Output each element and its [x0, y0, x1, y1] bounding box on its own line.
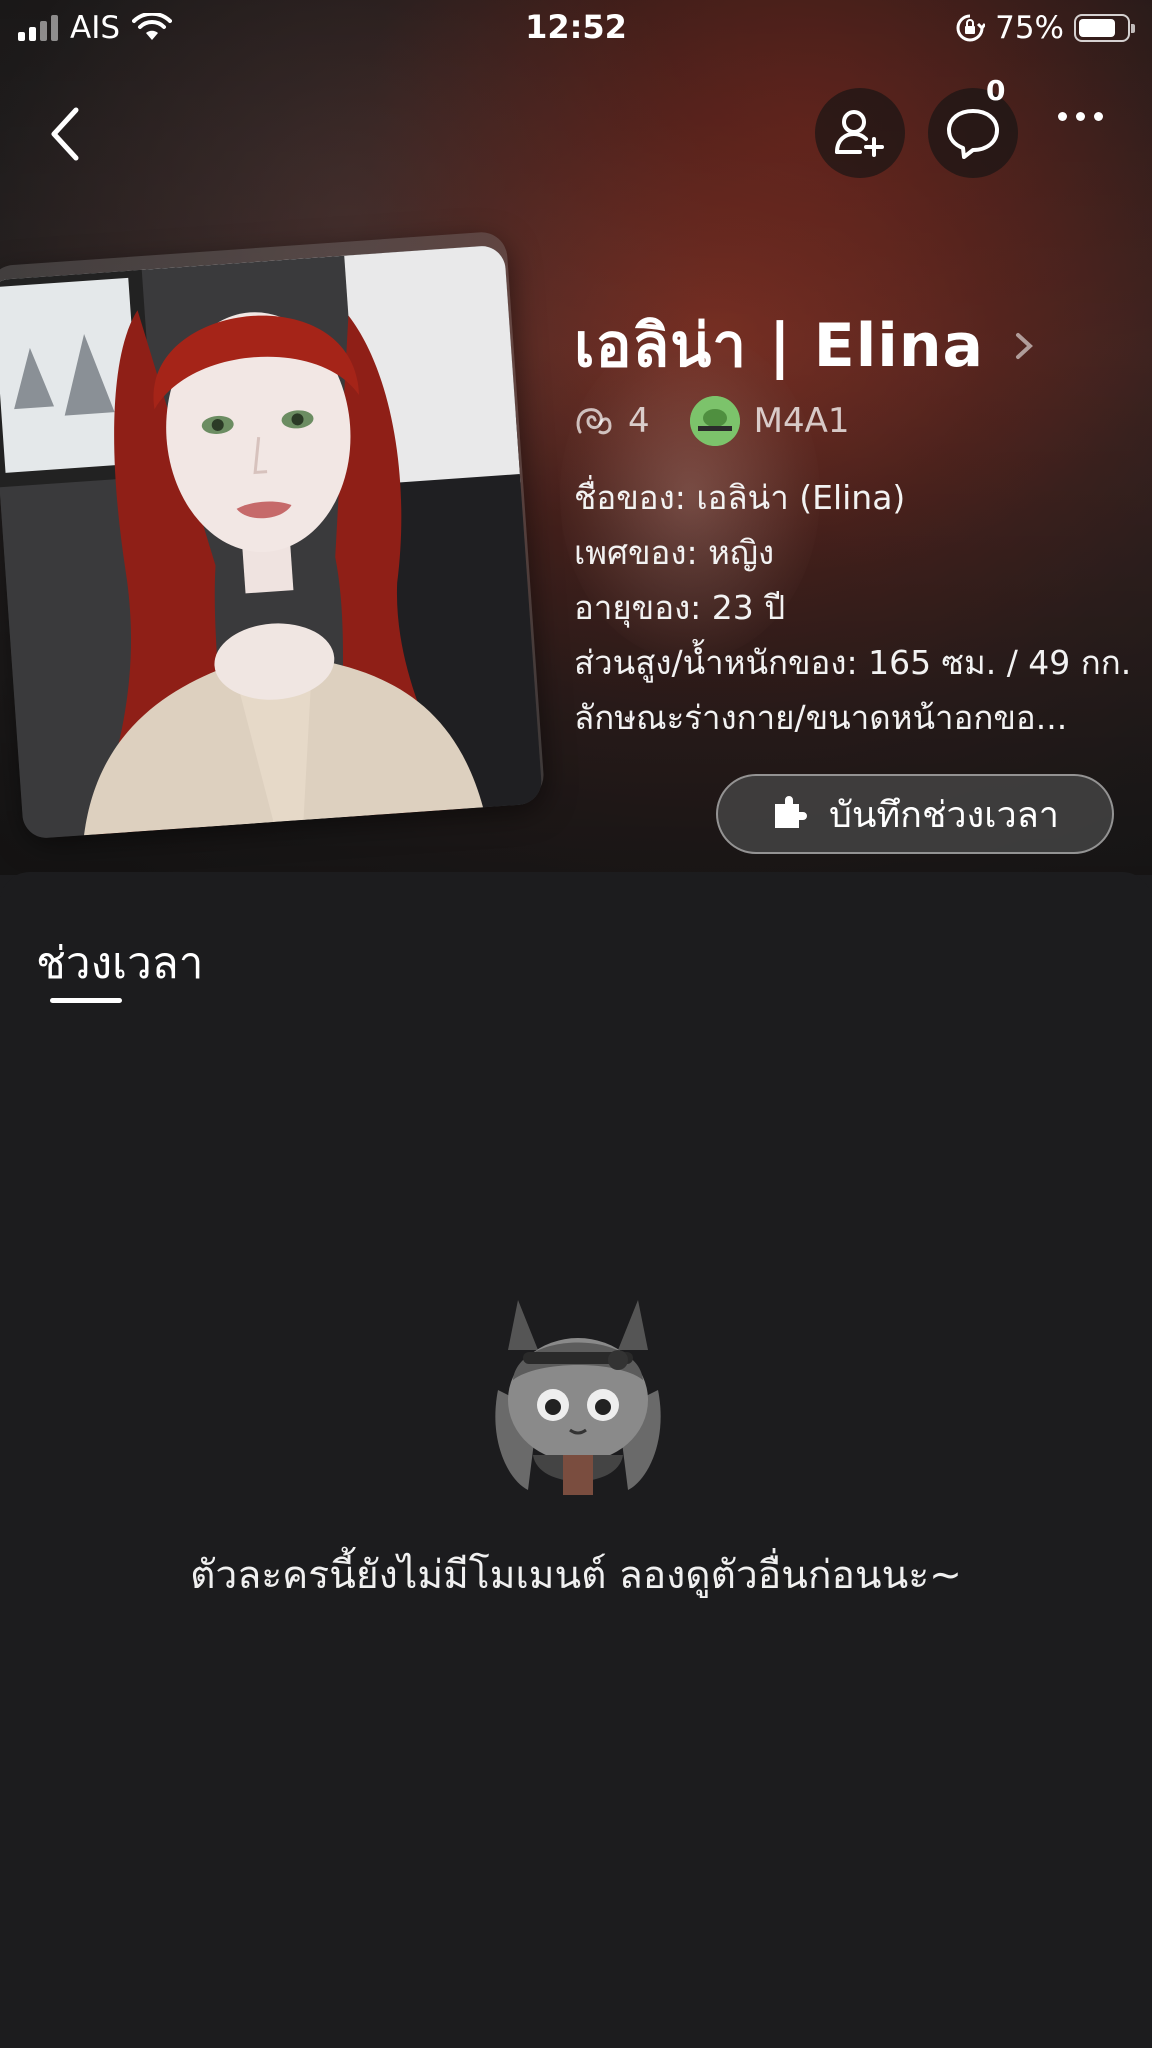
record-moment-label: บันทึกช่วงเวลา — [828, 794, 1059, 836]
status-right: 75% — [955, 10, 1135, 46]
chevron-right-icon — [1016, 332, 1033, 359]
add-user-icon — [835, 110, 884, 157]
more-dot-icon — [1058, 112, 1067, 121]
description-line: อายุของ: 23 ปี — [574, 588, 786, 627]
character-portrait-illustration — [0, 244, 543, 840]
description-line: ชื่อของ: เอลิน่า (Elina) — [574, 478, 906, 517]
description-line: เพศของ: หญิง — [574, 533, 775, 572]
rotation-lock-icon — [956, 14, 986, 42]
character-meta-row: 4 M4A1 — [574, 396, 850, 446]
status-bar: AIS 12:52 75% — [0, 0, 1152, 58]
chat-count-icon — [576, 408, 612, 435]
description-line: ลักษณะร่างกาย/ขนาดหน้าอกขอ... — [574, 698, 1068, 737]
battery-icon — [1074, 14, 1135, 42]
more-dot-icon — [1076, 112, 1085, 121]
character-avatar-image[interactable] — [0, 244, 543, 840]
puzzle-piece-icon — [774, 796, 807, 828]
empty-state-mascot-icon — [495, 1300, 661, 1495]
more-options-button[interactable] — [1058, 112, 1103, 121]
character-description: ชื่อของ: เอลิน่า (Elina) เพศของ: หญิง อา… — [574, 470, 1134, 792]
message-count-badge: 0 — [986, 74, 1006, 107]
creator-name[interactable]: M4A1 — [754, 401, 850, 441]
chat-count: 4 — [628, 401, 650, 441]
empty-state-message: ตัวละครนี้ยังไม่มีโมเมนต์ ลองดูตัวอื่นก่… — [190, 1553, 962, 1598]
back-button[interactable] — [40, 104, 92, 164]
creator-avatar[interactable] — [689, 396, 740, 446]
character-name: เอลิน่า | Elina — [574, 311, 985, 381]
record-moment-button[interactable]: บันทึกช่วงเวลา — [716, 774, 1114, 854]
chat-bubble-icon — [947, 109, 999, 159]
tab-active-indicator — [50, 998, 122, 1003]
tab-moments[interactable]: ช่วงเวลา — [36, 928, 203, 998]
character-name-row[interactable]: เอลิน่า | Elina — [574, 298, 1034, 393]
battery-percent: 75% — [995, 10, 1064, 46]
moments-panel: ช่วงเวลา ตัวละครนี้ยังไม่มีโมเมนต์ ลองดู… — [0, 872, 1152, 2048]
description-line: ส่วนสูง/น้ำหนักของ: 165 ซม. / 49 กก. — [574, 643, 1132, 682]
add-friend-button[interactable] — [815, 88, 905, 178]
creator-avatar-image — [689, 396, 740, 446]
more-dot-icon — [1094, 112, 1103, 121]
